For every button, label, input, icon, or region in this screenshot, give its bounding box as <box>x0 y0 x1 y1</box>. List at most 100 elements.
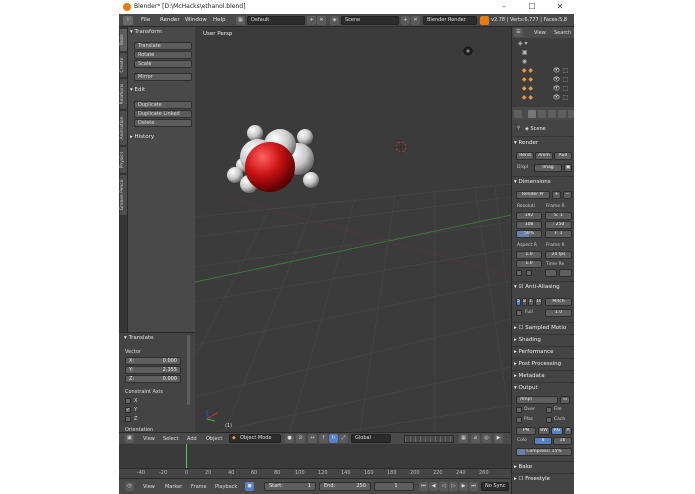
outliner-row[interactable]: ◉ <box>518 58 572 66</box>
time-old-field[interactable] <box>545 269 557 277</box>
aa-samples-16[interactable]: 16 <box>535 298 542 306</box>
record-icon[interactable]: ● <box>245 482 254 491</box>
performance-section-header[interactable]: ▸ Performance <box>514 349 553 355</box>
display-dropdown[interactable]: Imag <box>534 164 562 172</box>
play-icon[interactable]: ▷ <box>449 482 458 491</box>
resolution-y-field[interactable]: 108 <box>516 221 542 229</box>
3d-cursor-icon[interactable] <box>394 140 408 154</box>
color-rgba-button[interactable]: A <box>564 427 572 435</box>
constraint-z-checkbox[interactable] <box>125 416 131 422</box>
menu-select[interactable]: Select <box>163 436 178 442</box>
menu-render[interactable]: Render <box>160 17 180 23</box>
aa-filter-dropdown[interactable]: Mitch <box>545 298 572 306</box>
close-button[interactable]: ✕ <box>546 0 574 14</box>
object-tab-icon[interactable] <box>568 110 574 118</box>
frame-start-field[interactable]: S: 1 <box>545 212 572 220</box>
layers-tab-icon[interactable] <box>538 110 546 118</box>
tab-tools[interactable]: Tools <box>120 29 127 51</box>
transform-panel-header[interactable]: ▾ Transform <box>130 29 162 35</box>
outliner-row[interactable]: ◆ ◆ 👁 ⬚ <box>518 94 572 102</box>
menu-marker[interactable]: Marker <box>165 484 182 490</box>
folder-icon[interactable]: ▭ <box>560 396 570 404</box>
add-layout-button[interactable]: + <box>307 16 316 25</box>
render-engine-dropdown[interactable]: Blender Render <box>423 16 477 25</box>
aspect-y-field[interactable]: 1.0 <box>516 260 542 268</box>
remove-scene-button[interactable]: ✕ <box>411 16 420 25</box>
screen-layout-icon[interactable]: ▦ <box>236 16 245 25</box>
minimize-button[interactable]: – <box>490 0 518 14</box>
render-section-header[interactable]: ▾ Render <box>514 140 538 146</box>
timeline[interactable]: -40 -20 0 20 40 60 80 100 120 140 160 18… <box>119 444 511 478</box>
operator-scrollbar[interactable] <box>187 335 190 405</box>
visibility-icon[interactable]: 👁 ⬚ <box>553 76 568 83</box>
menu-window[interactable]: Window <box>185 17 207 23</box>
tab-animation[interactable]: Animation <box>120 111 127 145</box>
resolution-x-field[interactable]: 192 <box>516 212 542 220</box>
cache-result-checkbox[interactable] <box>546 417 552 423</box>
placeholders-checkbox[interactable] <box>516 417 522 423</box>
jump-end-icon[interactable]: ⏭ <box>469 482 478 491</box>
constraint-x-checkbox[interactable] <box>125 398 131 404</box>
post-processing-section-header[interactable]: ▸ Post Processing <box>514 361 561 367</box>
outliner-row[interactable]: ◈ ▾ <box>518 40 572 48</box>
translate-manipulator-icon[interactable]: ↑ <box>319 434 328 443</box>
outliner-row[interactable]: ◆ ◆ 👁 ⬚ <box>518 76 572 84</box>
mode-dropdown[interactable]: ◆ Object Mode <box>229 434 281 443</box>
oxygen-atom[interactable] <box>245 142 295 192</box>
file-format-dropdown[interactable]: PN <box>516 427 536 435</box>
vector-x-field[interactable]: X: 0.000 <box>125 357 181 365</box>
outliner-row[interactable]: ▣ <box>518 49 572 57</box>
scene-tab-icon[interactable] <box>548 110 556 118</box>
orientation-dropdown[interactable]: Global <box>351 434 391 443</box>
bake-section-header[interactable]: ▸ Bake <box>514 464 532 470</box>
vector-y-field[interactable]: Y: 2.355 <box>125 366 181 374</box>
pivot-icon[interactable]: ⊙ <box>296 434 305 443</box>
color-bw-button[interactable]: BW <box>538 427 550 435</box>
render-tab-icon[interactable] <box>528 110 536 118</box>
mirror-button[interactable]: Mirror <box>134 73 192 81</box>
color-rgb-button[interactable]: RG <box>551 427 563 435</box>
shading-icon[interactable]: ● <box>285 434 294 443</box>
editor-type-icon[interactable]: ▣ <box>125 434 134 443</box>
manipulator-toggle-icon[interactable]: ↔ <box>308 434 317 443</box>
edit-panel-header[interactable]: ▾ Edit <box>130 87 145 93</box>
frame-rate-dropdown[interactable]: 24 fps <box>545 251 572 259</box>
aa-samples-5[interactable]: 5 <box>516 298 521 306</box>
menu-view[interactable]: View <box>143 436 155 442</box>
hydrogen-atom[interactable] <box>247 125 263 141</box>
render-presets-dropdown[interactable]: Render Pr <box>516 191 550 199</box>
scale-manipulator-icon[interactable]: ⤢ <box>339 434 348 443</box>
ethanol-molecule[interactable] <box>227 125 319 193</box>
depth-16-button[interactable]: 16 <box>553 437 572 445</box>
start-frame-field[interactable]: Start: 1 <box>264 482 316 491</box>
render-button[interactable]: Rend <box>516 152 534 160</box>
checkbox-icon[interactable]: ☐ <box>519 476 524 482</box>
visibility-icon[interactable]: 👁 ⬚ <box>553 85 568 92</box>
rotate-manipulator-icon[interactable]: ↻ <box>329 434 338 443</box>
layer-buttons[interactable] <box>404 435 454 443</box>
shading-section-header[interactable]: ▸ Shading <box>514 337 541 343</box>
resolution-percent-slider[interactable]: 50% <box>516 230 542 238</box>
depth-8-button[interactable]: 8 <box>534 437 552 445</box>
outliner-row[interactable]: ◆ ◆ 👁 ⬚ <box>518 85 572 93</box>
tab-physics[interactable]: Physics <box>120 147 127 173</box>
compression-slider[interactable]: Compress: 15% <box>516 448 572 456</box>
aa-samples-11[interactable]: 11 <box>528 298 534 306</box>
end-frame-field[interactable]: End: 250 <box>319 482 371 491</box>
menu-view[interactable]: View <box>143 484 155 490</box>
anti-aliasing-section-header[interactable]: ▾ ☑ Anti-Aliasing <box>514 284 560 290</box>
overwrite-checkbox[interactable] <box>516 407 522 413</box>
sync-dropdown[interactable]: No Sync <box>481 482 509 491</box>
time-new-field[interactable] <box>559 269 572 277</box>
output-section-header[interactable]: ▾ Output <box>514 385 538 391</box>
play-reverse-icon[interactable]: ◁ <box>439 482 448 491</box>
scene-dropdown[interactable]: Scene <box>341 16 399 25</box>
delete-button[interactable]: Delete <box>134 119 192 127</box>
maximize-button[interactable]: ☐ <box>518 0 546 14</box>
sampled-motion-blur-header[interactable]: ▸ ☐ Sampled Motio <box>514 325 574 331</box>
add-preset-button[interactable]: + <box>552 191 561 199</box>
crop-checkbox[interactable] <box>526 270 532 276</box>
tab-grease-pencil[interactable]: Grease Pencil <box>120 175 127 215</box>
vector-z-field[interactable]: Z: 0.000 <box>125 375 181 383</box>
dimensions-section-header[interactable]: ▾ Dimensions <box>514 179 551 185</box>
